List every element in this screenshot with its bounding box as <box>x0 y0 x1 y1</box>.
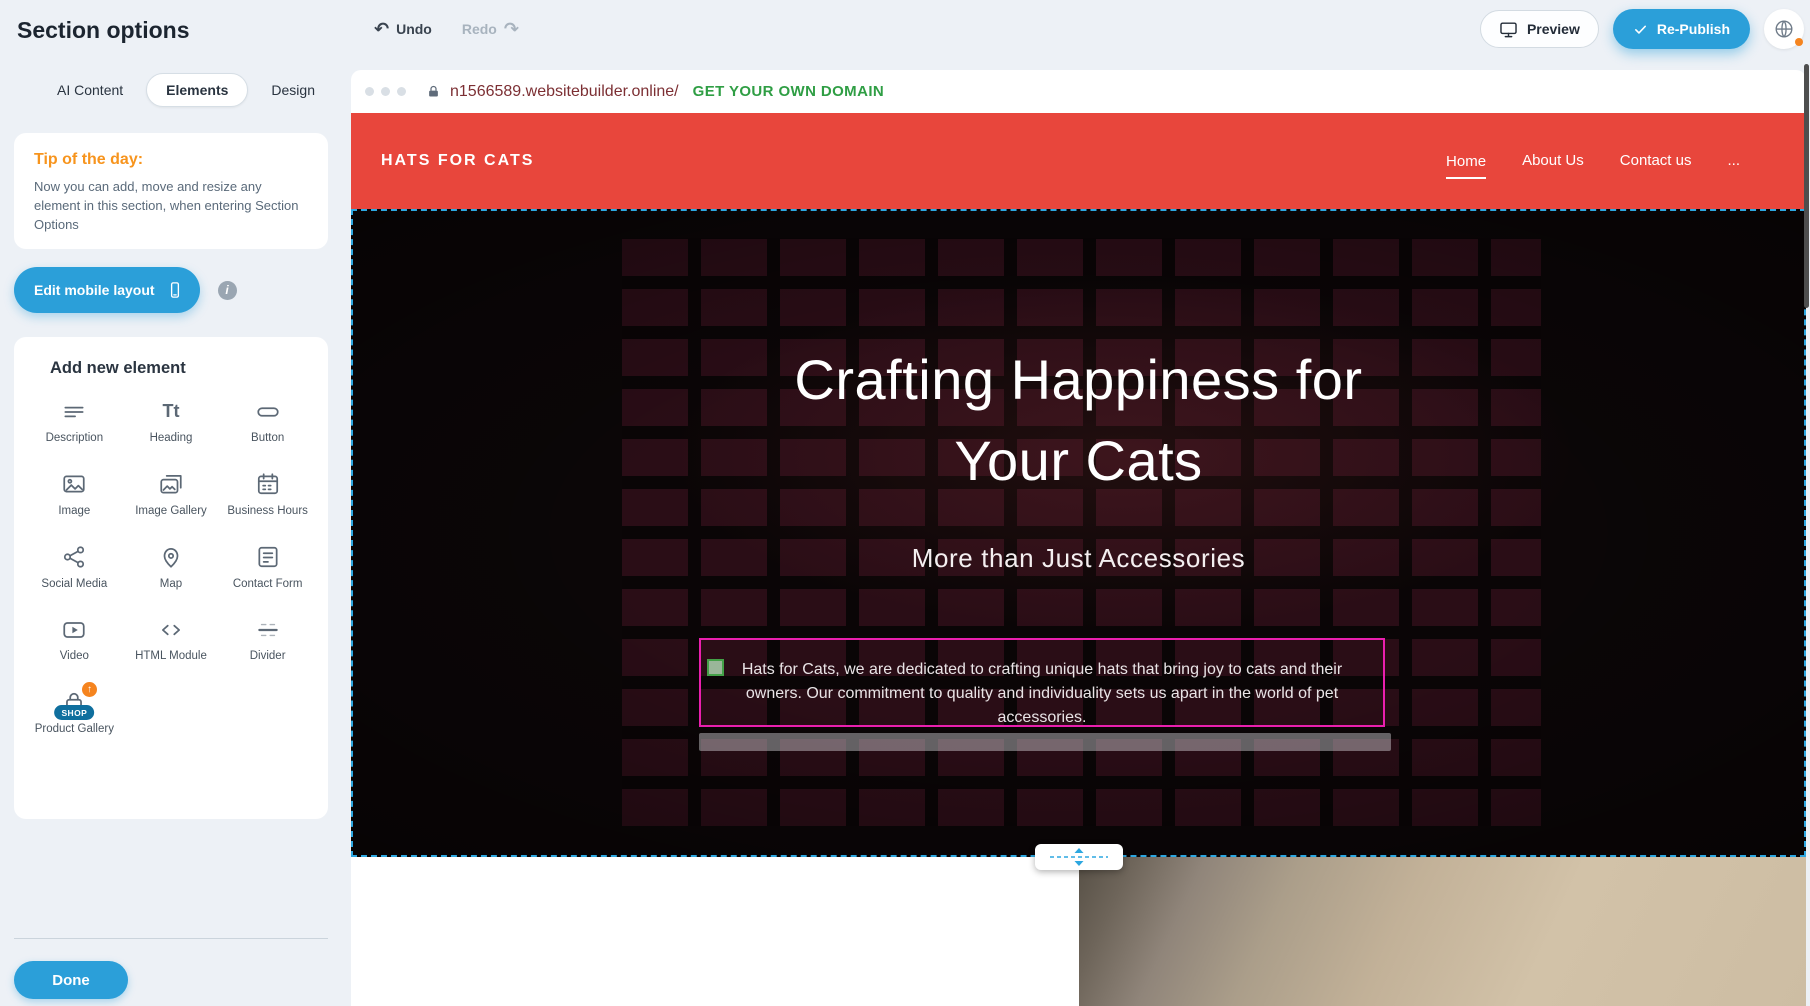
editor-canvas: n1566589.websitebuilder.online/ GET YOUR… <box>351 70 1806 1006</box>
topbar-actions: Preview Re-Publish <box>1480 9 1804 49</box>
undo-label: Undo <box>396 21 432 37</box>
element-map[interactable]: Map <box>123 544 220 592</box>
page-title: Section options <box>17 17 190 44</box>
language-button[interactable] <box>1764 9 1804 49</box>
social-media-icon <box>61 544 87 571</box>
info-icon[interactable]: i <box>218 281 237 300</box>
app: Section options ↶ Undo Redo ↷ Preview <box>0 0 1810 1006</box>
check-icon <box>1633 22 1648 37</box>
resize-handle-left[interactable] <box>707 659 724 676</box>
next-section <box>351 857 1806 1006</box>
element-html-module[interactable]: HTML Module <box>123 616 220 664</box>
map-icon <box>158 544 184 571</box>
hero-description-text: Hats for Cats, we are dedicated to craft… <box>701 640 1383 730</box>
resize-handle-icon <box>1044 847 1114 867</box>
sidebar-divider <box>14 938 328 939</box>
nav-contact-us[interactable]: Contact us <box>1620 152 1692 171</box>
mobile-layout-row: Edit mobile layout i <box>14 267 237 313</box>
element-divider[interactable]: Divider <box>219 616 316 664</box>
element-hover-bar <box>699 733 1391 751</box>
site-logo[interactable]: HATS FOR CATS <box>381 152 534 170</box>
lock-icon <box>426 84 441 99</box>
window-dots <box>365 87 406 96</box>
element-description[interactable]: Description <box>26 398 123 446</box>
site-preview: HATS FOR CATS Home About Us Contact us .… <box>351 113 1806 1006</box>
page-scrollbar[interactable] <box>1804 64 1809 308</box>
phone-icon <box>166 281 184 299</box>
sidebar: AI Content Elements Design Tip of the da… <box>0 58 351 1006</box>
edit-mobile-label: Edit mobile layout <box>34 282 155 298</box>
business-hours-icon <box>255 471 281 498</box>
republish-button[interactable]: Re-Publish <box>1613 9 1750 49</box>
tab-design[interactable]: Design <box>252 74 334 106</box>
add-panel-title: Add new element <box>50 359 316 378</box>
done-button[interactable]: Done <box>14 961 128 999</box>
upgrade-icon: ↑ <box>82 682 97 697</box>
section-resize-handle[interactable] <box>1035 844 1123 870</box>
redo-label: Redo <box>462 21 497 37</box>
edit-mobile-layout-button[interactable]: Edit mobile layout <box>14 267 200 313</box>
element-image-gallery[interactable]: Image Gallery <box>123 471 220 519</box>
tip-title: Tip of the day: <box>34 151 308 169</box>
shop-badge: SHOP <box>54 705 94 720</box>
republish-label: Re-Publish <box>1657 21 1730 37</box>
tab-ai-content[interactable]: AI Content <box>38 74 142 106</box>
site-header: HATS FOR CATS Home About Us Contact us .… <box>351 113 1806 209</box>
element-grid: Description Tt Heading Button Image Imag… <box>26 398 316 737</box>
element-contact-form[interactable]: Contact Form <box>219 544 316 592</box>
undo-icon: ↶ <box>374 20 389 38</box>
sidebar-tabs: AI Content Elements Design <box>38 73 334 107</box>
image-icon <box>61 471 87 498</box>
divider-icon <box>255 616 281 643</box>
html-module-icon <box>158 616 184 643</box>
hero-description-selected[interactable]: Hats for Cats, we are dedicated to craft… <box>699 638 1385 727</box>
preview-button[interactable]: Preview <box>1480 10 1599 48</box>
description-icon <box>61 398 87 425</box>
hero-section[interactable]: Crafting Happiness for Your Cats More th… <box>351 209 1806 857</box>
element-image[interactable]: Image <box>26 471 123 519</box>
redo-button[interactable]: Redo ↷ <box>462 20 519 38</box>
element-heading[interactable]: Tt Heading <box>123 398 220 446</box>
element-product-gallery[interactable]: SHOP ↑ Product Gallery <box>26 689 123 737</box>
tip-body: Now you can add, move and resize any ele… <box>34 178 308 235</box>
tab-elements[interactable]: Elements <box>146 73 248 107</box>
nav-home[interactable]: Home <box>1446 153 1486 179</box>
hero-subheading[interactable]: More than Just Accessories <box>351 543 1806 574</box>
browser-bar: n1566589.websitebuilder.online/ GET YOUR… <box>351 70 1806 113</box>
nav-more-menu[interactable]: ... <box>1727 152 1740 171</box>
image-gallery-icon <box>158 471 184 498</box>
get-domain-link[interactable]: GET YOUR OWN DOMAIN <box>693 83 885 100</box>
heading-icon: Tt <box>162 398 179 425</box>
video-icon <box>61 616 87 643</box>
history-controls: ↶ Undo Redo ↷ <box>374 0 519 58</box>
undo-button[interactable]: ↶ Undo <box>374 20 432 38</box>
button-icon <box>255 398 281 425</box>
tip-card: Tip of the day: Now you can add, move an… <box>14 133 328 249</box>
site-nav: Home About Us Contact us ... <box>1446 152 1776 171</box>
element-social-media[interactable]: Social Media <box>26 544 123 592</box>
hero-vignette <box>351 209 1806 857</box>
add-element-panel: Add new element Description Tt Heading B… <box>14 337 328 819</box>
element-button[interactable]: Button <box>219 398 316 446</box>
site-url[interactable]: n1566589.websitebuilder.online/ <box>450 83 679 101</box>
element-video[interactable]: Video <box>26 616 123 664</box>
redo-icon: ↷ <box>504 20 519 38</box>
globe-icon <box>1773 18 1795 40</box>
monitor-icon <box>1499 20 1518 39</box>
nav-about-us[interactable]: About Us <box>1522 152 1584 171</box>
next-section-photo <box>1079 857 1806 1006</box>
element-business-hours[interactable]: Business Hours <box>219 471 316 519</box>
next-section-white <box>351 857 1079 1006</box>
hero-heading[interactable]: Crafting Happiness for Your Cats <box>351 339 1806 501</box>
preview-label: Preview <box>1527 21 1580 37</box>
contact-form-icon <box>255 544 281 571</box>
topbar: Section options ↶ Undo Redo ↷ Preview <box>0 0 1810 58</box>
